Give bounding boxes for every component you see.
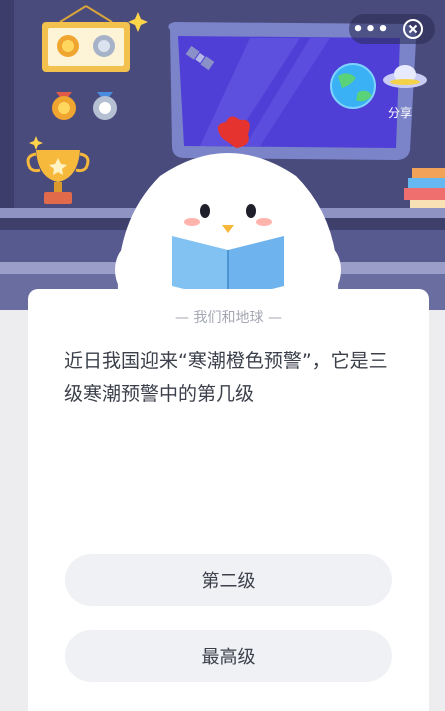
close-button[interactable] [393,14,433,44]
question-card: — 我们和地球 — 近日我国迎来“寒潮橙色预警”，它是三级寒潮预警中的第几级 第… [28,289,429,711]
close-icon [403,19,423,39]
question-text: 近日我国迎来“寒潮橙色预警”，它是三级寒潮预警中的第几级 [64,350,388,405]
more-button[interactable]: ••• [349,14,393,44]
header-illustration [0,0,445,310]
share-button[interactable]: 分享 [388,104,412,121]
earth-icon [330,63,376,109]
capsule-menu: ••• [349,14,435,44]
answer-option-1[interactable]: 第二级 [65,554,392,606]
card-subtitle: — 我们和地球 — [175,310,282,326]
answer-option-2[interactable]: 最高级 [65,630,392,682]
